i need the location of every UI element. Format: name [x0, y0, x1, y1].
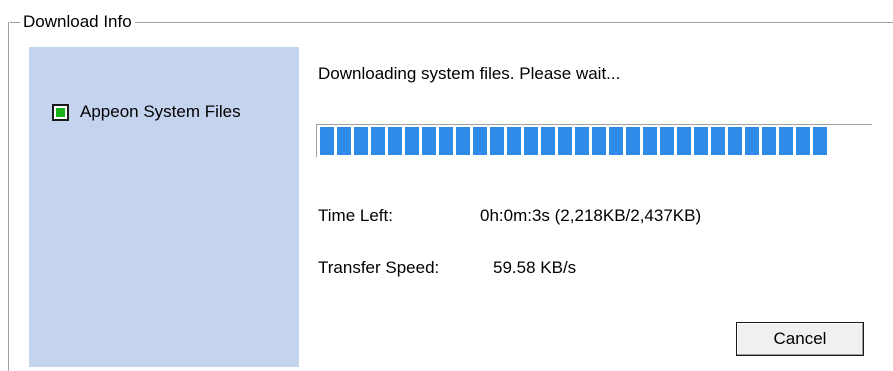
- time-left-label: Time Left:: [318, 206, 393, 225]
- progress-segment: [575, 127, 589, 155]
- progress-segment: [592, 127, 606, 155]
- progress-segment: [643, 127, 657, 155]
- progress-segment: [779, 127, 793, 155]
- progress-segment: [371, 127, 385, 155]
- transfer-speed-value: 59.58 KB/s: [493, 258, 577, 277]
- progress-segment: [558, 127, 572, 155]
- progress-segment: [711, 127, 725, 155]
- cancel-button[interactable]: Cancel: [736, 322, 864, 356]
- progress-segment: [456, 127, 470, 155]
- progress-segment: [694, 127, 708, 155]
- progress-segment: [422, 127, 436, 155]
- progress-segment: [796, 127, 810, 155]
- progress-segment: [337, 127, 351, 155]
- transfer-speed-label: Transfer Speed:: [318, 258, 440, 277]
- progress-segment: [524, 127, 538, 155]
- progress-segment: [745, 127, 759, 155]
- progress-segment: [320, 127, 334, 155]
- groupbox-title: Download Info: [20, 12, 135, 32]
- item-label: Appeon System Files: [80, 102, 241, 121]
- status-indicator-icon: [52, 103, 69, 121]
- list-item: Appeon System Files: [52, 102, 241, 122]
- progress-segment: [813, 127, 827, 155]
- download-dialog: Download Info Appeon System Files Downlo…: [0, 0, 893, 371]
- time-left-value: 0h:0m:3s (2,218KB/2,437KB): [480, 206, 702, 225]
- progress-bar-fill: [320, 127, 830, 155]
- status-indicator-fill: [56, 107, 65, 117]
- progress-segment: [677, 127, 691, 155]
- progress-segment: [439, 127, 453, 155]
- progress-segment: [405, 127, 419, 155]
- groupbox-border-left: [8, 22, 10, 371]
- progress-segment: [541, 127, 555, 155]
- groupbox-border-top: [8, 22, 893, 24]
- status-message: Downloading system files. Please wait...: [318, 64, 621, 83]
- progress-segment: [609, 127, 623, 155]
- progress-segment: [473, 127, 487, 155]
- progress-segment: [728, 127, 742, 155]
- progress-segment: [490, 127, 504, 155]
- progress-segment: [660, 127, 674, 155]
- progress-segment: [762, 127, 776, 155]
- item-list-panel: [29, 47, 299, 367]
- progress-segment: [354, 127, 368, 155]
- progress-segment: [507, 127, 521, 155]
- progress-segment: [388, 127, 402, 155]
- progress-segment: [626, 127, 640, 155]
